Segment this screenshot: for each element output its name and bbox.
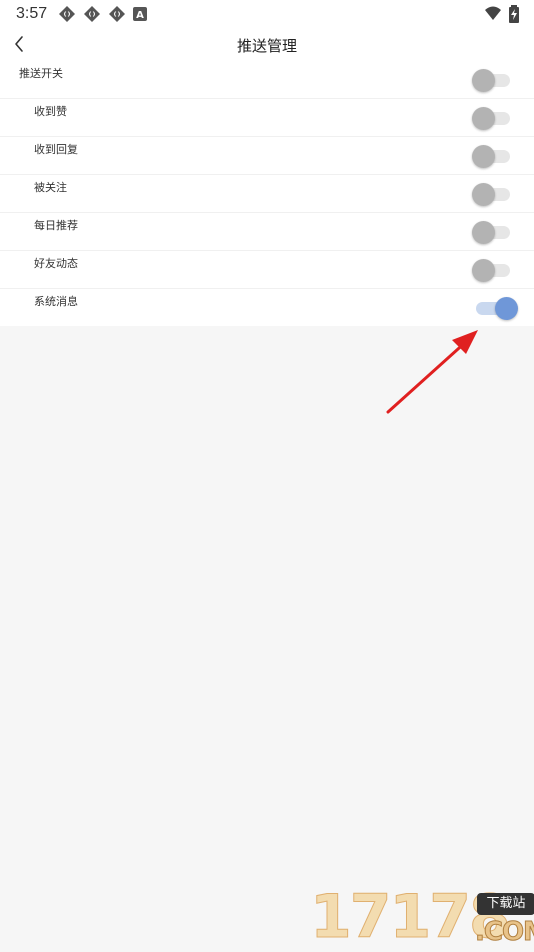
toggle-system-message[interactable] bbox=[470, 296, 518, 320]
annotation-arrow-icon bbox=[386, 330, 478, 414]
wifi-icon bbox=[485, 6, 501, 20]
setting-label: 每日推荐 bbox=[34, 219, 78, 232]
setting-label: 推送开关 bbox=[19, 67, 63, 80]
setting-row-friend-activity: 好友动态 bbox=[0, 251, 534, 289]
notification-icon bbox=[84, 6, 100, 22]
setting-label: 好友动态 bbox=[34, 257, 78, 270]
toggle-likes[interactable] bbox=[470, 106, 516, 130]
page-title: 推送管理 bbox=[236, 37, 297, 55]
setting-label: 被关注 bbox=[34, 181, 67, 194]
status-bar: 3:57 A bbox=[0, 0, 534, 28]
setting-row-likes: 收到赞 bbox=[0, 99, 534, 137]
toggle-thumb bbox=[472, 259, 495, 282]
notification-icon bbox=[59, 6, 75, 22]
toggle-thumb bbox=[472, 221, 495, 244]
settings-list: 推送开关 收到赞 收到回复 被关注 每日推荐 好友动态 系统消息 bbox=[0, 61, 534, 326]
toggle-push-switch[interactable] bbox=[470, 68, 516, 92]
setting-row-push-switch: 推送开关 bbox=[0, 61, 534, 99]
toggle-friend-activity[interactable] bbox=[470, 258, 516, 282]
svg-text:A: A bbox=[136, 10, 144, 21]
setting-row-daily-recommend: 每日推荐 bbox=[0, 213, 534, 251]
setting-label: 系统消息 bbox=[34, 295, 78, 308]
watermark-domain: .COM bbox=[475, 917, 534, 947]
toggle-replies[interactable] bbox=[470, 144, 516, 168]
keyboard-a-icon: A bbox=[133, 7, 147, 21]
toggle-thumb bbox=[472, 183, 495, 206]
toggle-followed[interactable] bbox=[470, 182, 516, 206]
setting-row-replies: 收到回复 bbox=[0, 137, 534, 175]
setting-label: 收到赞 bbox=[34, 105, 67, 118]
toggle-thumb bbox=[472, 107, 495, 130]
setting-row-followed: 被关注 bbox=[0, 175, 534, 213]
toggle-thumb bbox=[472, 145, 495, 168]
watermark-logo: 17178 下载站 .COM bbox=[310, 884, 534, 950]
setting-label: 收到回复 bbox=[34, 143, 78, 156]
notification-icon bbox=[109, 6, 125, 22]
status-time: 3:57 bbox=[16, 5, 48, 22]
toggle-daily-recommend[interactable] bbox=[470, 220, 516, 244]
watermark-badge: 下载站 bbox=[477, 893, 534, 915]
header: 推送管理 bbox=[0, 28, 534, 62]
battery-charging-icon bbox=[509, 5, 519, 23]
toggle-thumb bbox=[472, 69, 495, 92]
toggle-thumb bbox=[495, 297, 518, 320]
